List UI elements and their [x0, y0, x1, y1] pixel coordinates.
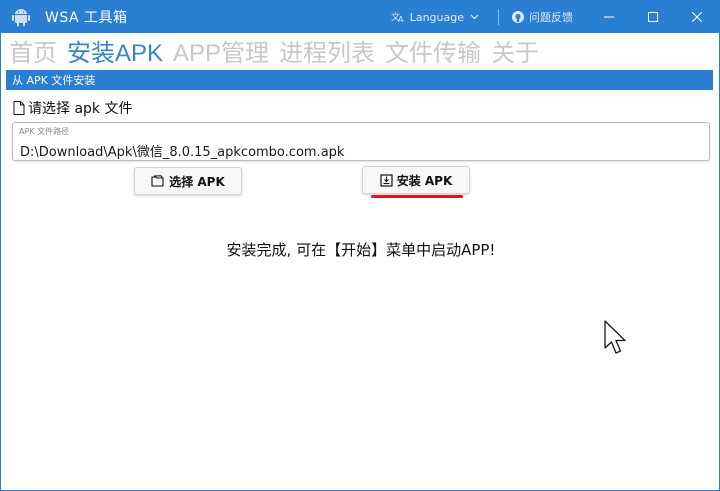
group-title: 从 APK 文件安装 [12, 74, 96, 87]
install-highlight-underline [371, 195, 463, 198]
file-prompt-label: 请选择 apk 文件 [28, 101, 133, 117]
feedback-link[interactable]: 问题反馈 [511, 9, 573, 25]
tab-file-transfer[interactable]: 文件传输 [385, 33, 481, 68]
feedback-label: 问题反馈 [529, 11, 573, 24]
language-selector[interactable]: 文 A Language [391, 11, 484, 24]
svg-text:A: A [398, 15, 404, 23]
file-icon [13, 101, 25, 115]
android-icon [12, 9, 30, 27]
tab-process-list[interactable]: 进程列表 [279, 33, 375, 68]
language-label: Language [409, 10, 464, 24]
maximize-icon [648, 12, 658, 22]
select-apk-label: 选择 APK [169, 174, 225, 189]
window-title: WSA 工具箱 [45, 10, 128, 26]
install-apk-button[interactable]: 安装 APK [362, 166, 470, 194]
apk-path-label: APK 文件路径 [19, 127, 70, 136]
close-button[interactable] [675, 1, 719, 33]
install-status-message: 安装完成, 可在【开始】菜单中启动APP! [226, 241, 496, 259]
folder-open-icon [151, 175, 164, 187]
apk-path-value: D:\Download\Apk\微信_8.0.15_apkcombo.com.a… [20, 145, 345, 160]
mouse-cursor-icon [604, 320, 626, 354]
install-icon [380, 173, 393, 187]
title-bar: WSA 工具箱 文 A Language 问题反馈 [1, 1, 719, 33]
tab-home[interactable]: 首页 [9, 33, 57, 68]
close-icon [692, 12, 702, 22]
minimize-button[interactable] [587, 1, 631, 33]
file-prompt: 请选择 apk 文件 [13, 98, 132, 118]
tab-app-manager[interactable]: APP管理 [173, 33, 269, 68]
github-icon [512, 11, 524, 23]
select-apk-button[interactable]: 选择 APK [134, 167, 242, 195]
minimize-icon [604, 16, 614, 18]
apk-path-field[interactable]: APK 文件路径 D:\Download\Apk\微信_8.0.15_apkco… [12, 122, 710, 161]
main-menu: 首页 安装APK APP管理 进程列表 文件传输 关于 [9, 33, 549, 67]
tab-about[interactable]: 关于 [491, 33, 539, 68]
install-group-header: 从 APK 文件安装 [6, 70, 713, 90]
maximize-button[interactable] [631, 1, 675, 33]
translate-icon: 文 A [391, 11, 404, 23]
tab-install-apk[interactable]: 安装APK [67, 33, 163, 68]
titlebar-divider [498, 9, 499, 25]
install-apk-label: 安装 APK [396, 173, 453, 188]
chevron-down-icon [470, 14, 479, 20]
